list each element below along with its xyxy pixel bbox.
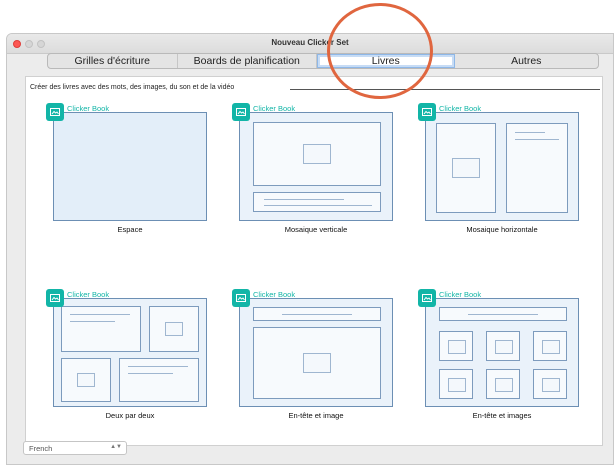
template-card-mosaique-horizontale[interactable]: Clicker Book Mosaique horizontale	[418, 103, 579, 234]
image-placeholder-icon	[303, 144, 331, 164]
image-placeholder-icon	[448, 378, 466, 392]
description-divider	[290, 89, 600, 90]
clicker-book-label: Clicker Book	[439, 104, 482, 113]
title-bar: Nouveau Clicker Set	[7, 34, 613, 54]
clicker-book-icon	[418, 289, 436, 307]
template-card-espace[interactable]: Clicker Book Espace	[46, 103, 207, 234]
language-select[interactable]: French ▲▼	[23, 441, 127, 455]
template-preview	[53, 298, 207, 407]
image-placeholder-icon	[303, 353, 331, 373]
category-tab-bar: Grilles d'écriture Boards de planificati…	[47, 53, 599, 69]
clicker-book-label: Clicker Book	[67, 290, 110, 299]
clicker-book-icon	[46, 289, 64, 307]
clicker-book-label: Clicker Book	[439, 290, 482, 299]
image-placeholder-icon	[77, 373, 95, 387]
tab-autres[interactable]: Autres	[455, 54, 598, 68]
tab-livres[interactable]: Livres	[317, 54, 455, 68]
image-placeholder-icon	[448, 340, 466, 354]
clicker-book-label: Clicker Book	[67, 104, 110, 113]
new-clicker-set-window: Nouveau Clicker Set Grilles d'écriture B…	[6, 33, 614, 465]
panel-description: Créer des livres avec des mots, des imag…	[30, 84, 235, 91]
template-preview	[425, 112, 579, 221]
template-label: Mosaique verticale	[284, 225, 348, 234]
clicker-book-icon	[418, 103, 436, 121]
image-placeholder-icon	[165, 322, 183, 336]
template-preview	[425, 298, 579, 407]
chevron-updown-icon: ▲▼	[110, 444, 122, 450]
templates-panel: Créer des livres avec des mots, des imag…	[25, 76, 603, 446]
image-placeholder-icon	[542, 340, 560, 354]
tab-boards-planification[interactable]: Boards de planification	[178, 54, 318, 68]
template-preview	[53, 112, 207, 221]
clicker-book-label: Clicker Book	[253, 104, 296, 113]
clicker-book-icon	[232, 289, 250, 307]
template-label: Espace	[117, 225, 143, 234]
template-preview	[239, 112, 393, 221]
template-card-deux-par-deux[interactable]: Clicker Book Deux par deux	[46, 289, 207, 420]
clicker-book-icon	[232, 103, 250, 121]
clicker-book-label: Clicker Book	[253, 290, 296, 299]
template-card-mosaique-verticale[interactable]: Clicker Book Mosaique verticale	[232, 103, 393, 234]
tab-grilles-ecriture[interactable]: Grilles d'écriture	[48, 54, 178, 68]
template-preview	[239, 298, 393, 407]
clicker-book-icon	[46, 103, 64, 121]
image-placeholder-icon	[495, 340, 513, 354]
template-label: Mosaique horizontale	[466, 225, 538, 234]
template-card-en-tete-et-image[interactable]: Clicker Book En-tête et image	[232, 289, 393, 420]
window-title: Nouveau Clicker Set	[271, 38, 349, 47]
template-card-en-tete-et-images[interactable]: Clicker Book En-tête et images	[418, 289, 579, 420]
image-placeholder-icon	[542, 378, 560, 392]
template-label: En-tête et images	[472, 411, 532, 420]
template-label: En-tête et image	[288, 411, 344, 420]
template-label: Deux par deux	[105, 411, 155, 420]
language-select-value: French	[29, 444, 53, 453]
image-placeholder-icon	[452, 158, 480, 178]
image-placeholder-icon	[495, 378, 513, 392]
